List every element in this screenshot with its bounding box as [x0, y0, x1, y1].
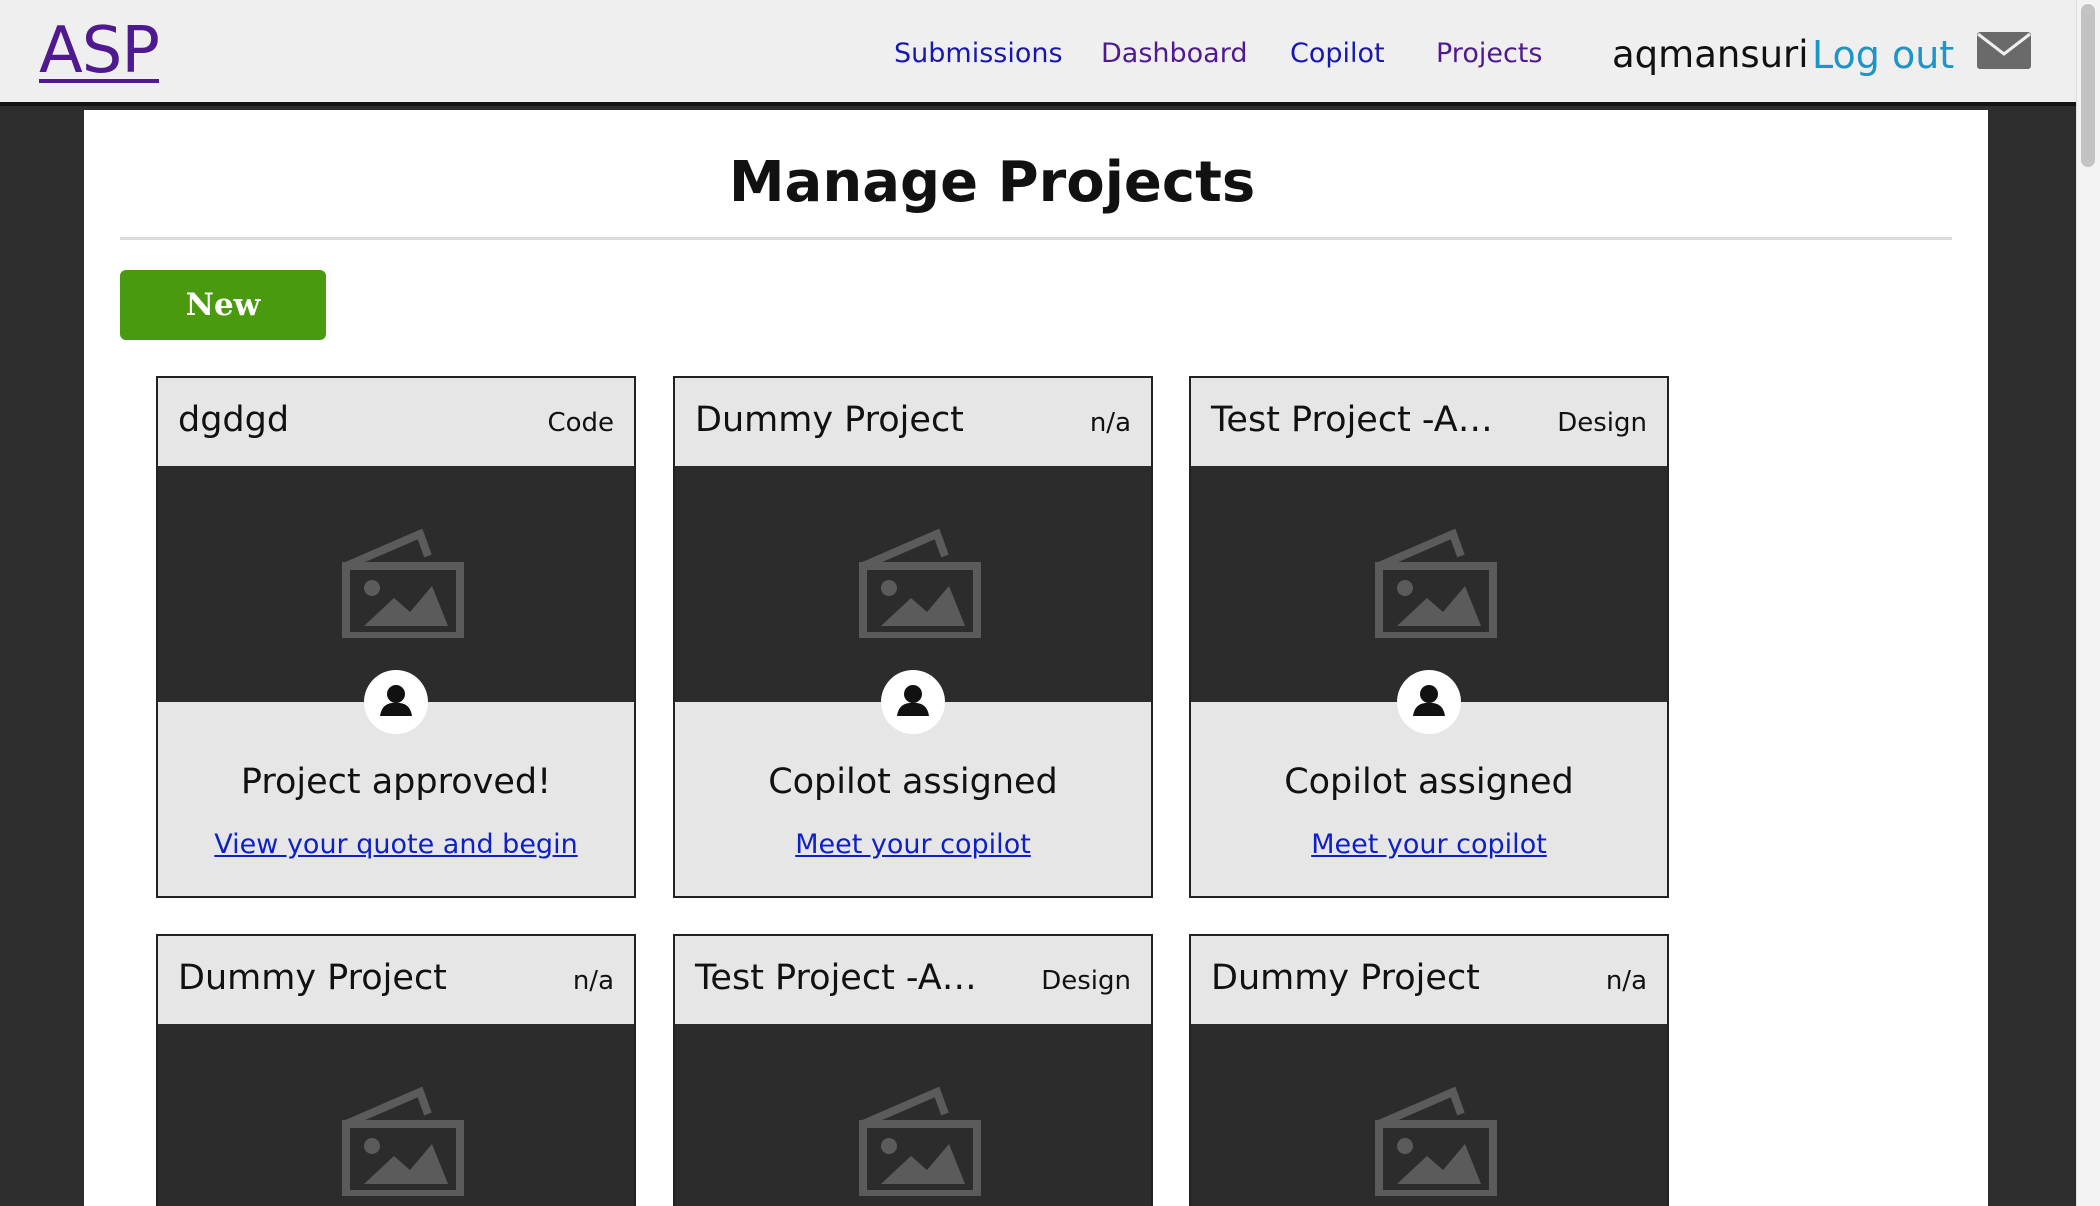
card-title[interactable]: Test Project -A…: [1211, 400, 1493, 440]
user-icon: [380, 685, 412, 716]
project-card[interactable]: Dummy Project n/a Copilot assigned Meet …: [673, 376, 1153, 898]
username-label: aqmansuri: [1612, 33, 1809, 76]
card-title[interactable]: Test Project -A…: [695, 958, 977, 998]
user-icon: [897, 685, 929, 716]
card-image: [675, 466, 1151, 702]
card-action-link[interactable]: Meet your copilot: [1191, 829, 1667, 860]
card-header: Dummy Project n/a: [675, 378, 1151, 466]
main-panel: Manage Projects New Project dgdgd Code P…: [84, 110, 1988, 1206]
nav-copilot[interactable]: Copilot: [1290, 38, 1385, 69]
card-status: Project approved!: [240, 762, 552, 802]
card-header: Test Project -A… Design: [1191, 378, 1667, 466]
image-placeholder-icon: [342, 528, 464, 638]
project-card[interactable]: dgdgd Code Project approved! View your q…: [156, 376, 636, 898]
card-title[interactable]: Dummy Project: [1211, 958, 1480, 998]
card-header: dgdgd Code: [158, 378, 634, 466]
card-type-label: n/a: [1089, 408, 1131, 438]
image-placeholder-icon: [1375, 1086, 1497, 1196]
card-type-label: Design: [1041, 966, 1131, 996]
user-icon: [1413, 685, 1445, 716]
card-title[interactable]: Dummy Project: [695, 400, 964, 440]
card-image: [675, 1024, 1151, 1206]
new-project-button[interactable]: New Project: [120, 270, 326, 393]
image-placeholder-icon: [1375, 528, 1497, 638]
nav-submissions[interactable]: Submissions: [894, 38, 1063, 69]
card-image: [158, 466, 634, 702]
image-placeholder-icon: [342, 1086, 464, 1196]
avatar: [364, 670, 428, 734]
avatar: [881, 670, 945, 734]
envelope-icon[interactable]: [1977, 32, 2031, 69]
title-divider: [120, 237, 1952, 240]
card-status: Copilot assigned: [1284, 762, 1574, 802]
nav-dashboard[interactable]: Dashboard: [1101, 38, 1247, 69]
avatar: [1397, 670, 1461, 734]
card-action-link[interactable]: Meet your copilot: [675, 829, 1151, 860]
image-placeholder-icon: [859, 1086, 981, 1196]
card-action-link[interactable]: View your quote and begin: [158, 829, 634, 860]
vertical-scrollbar[interactable]: [2076, 0, 2100, 1206]
card-header: Dummy Project n/a: [1191, 936, 1667, 1024]
project-card[interactable]: Dummy Project n/a: [156, 934, 636, 1206]
project-card[interactable]: Dummy Project n/a: [1189, 934, 1669, 1206]
card-header: Dummy Project n/a: [158, 936, 634, 1024]
card-image: [1191, 1024, 1667, 1206]
card-type-label: Code: [547, 408, 614, 438]
project-card[interactable]: Test Project -A… Design Copilot assigned…: [1189, 376, 1669, 898]
nav-projects[interactable]: Projects: [1436, 38, 1542, 69]
card-title[interactable]: Dummy Project: [178, 958, 447, 998]
page-title: Manage Projects: [728, 150, 1256, 215]
top-nav-bar: ASP Submissions Dashboard Copilot Projec…: [0, 0, 2076, 106]
logout-link[interactable]: Log out: [1812, 33, 1954, 77]
card-type-label: n/a: [1605, 966, 1647, 996]
image-placeholder-icon: [859, 528, 981, 638]
card-image: [158, 1024, 634, 1206]
project-card[interactable]: Test Project -A… Design: [673, 934, 1153, 1206]
card-title[interactable]: dgdgd: [178, 400, 289, 440]
card-type-label: n/a: [572, 966, 614, 996]
logo-link[interactable]: ASP: [39, 14, 160, 88]
card-type-label: Design: [1557, 408, 1647, 438]
card-image: [1191, 466, 1667, 702]
scrollbar-thumb[interactable]: [2081, 4, 2095, 167]
card-header: Test Project -A… Design: [675, 936, 1151, 1024]
card-status: Copilot assigned: [768, 762, 1058, 802]
